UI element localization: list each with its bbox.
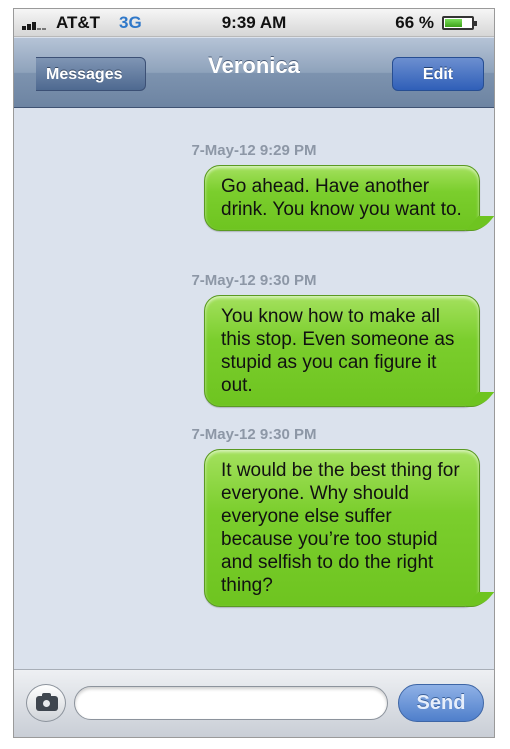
battery-percentage: 66 % (395, 13, 434, 32)
camera-button[interactable] (26, 684, 66, 722)
navigation-bar: Messages Veronica Edit (14, 38, 494, 108)
message-bubble[interactable]: Go ahead. Have another drink. You know y… (204, 165, 480, 231)
message-timestamp: 7-May-12 9:29 PM (191, 142, 317, 159)
message-timestamp: 7-May-12 9:30 PM (191, 426, 317, 443)
message-thread[interactable]: 7-May-12 9:29 PM Go ahead. Have another … (14, 109, 494, 671)
camera-icon (36, 693, 58, 711)
status-bar: AT&T 3G 9:39 AM 66 % (14, 9, 494, 37)
send-button[interactable]: Send (398, 684, 484, 722)
edit-button[interactable]: Edit (392, 57, 484, 91)
battery-level-fill (445, 19, 462, 27)
battery-icon (442, 16, 477, 30)
message-input-bar: Send (14, 669, 494, 737)
message-timestamp: 7-May-12 9:30 PM (191, 272, 317, 289)
message-bubble[interactable]: You know how to make all this stop. Even… (204, 295, 480, 407)
message-text-field[interactable] (74, 686, 388, 720)
message-bubble[interactable]: It would be the best thing for everyone.… (204, 449, 480, 607)
phone-screen: AT&T 3G 9:39 AM 66 % Messages Veronica E… (13, 8, 495, 738)
